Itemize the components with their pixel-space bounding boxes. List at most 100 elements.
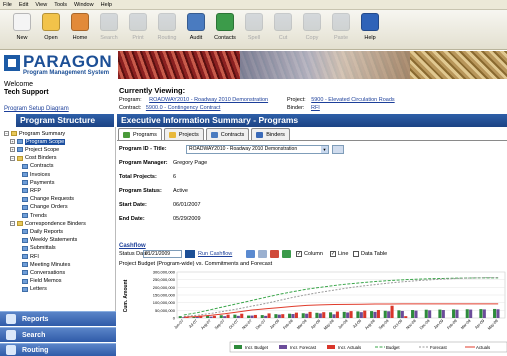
expand-icon[interactable]: + (10, 139, 15, 145)
tree-item-label: Submittals (30, 245, 56, 252)
menu-file[interactable]: File (3, 2, 12, 8)
tree-item-submittals[interactable]: Submittals (22, 245, 56, 252)
run-cashflow-link[interactable]: Run Cashflow (198, 251, 232, 257)
bar-incr-budget (452, 309, 456, 318)
viewing-binder-link[interactable]: RFI (311, 105, 320, 111)
collapse-icon[interactable]: − (10, 155, 15, 161)
status-date-input[interactable]: 01/21/2009 (143, 250, 182, 258)
tree-item-conversations[interactable]: Conversations (22, 269, 65, 276)
line-checkbox[interactable]: ✓ (330, 251, 336, 257)
nav-search-button[interactable]: Search (0, 327, 116, 342)
tree-item-program-summary[interactable]: − Program Summary (4, 130, 65, 137)
nav-reports-button[interactable]: Reports (0, 311, 116, 326)
data-table-checkbox[interactable] (353, 251, 359, 257)
toolbar-open-button[interactable]: Open (37, 13, 65, 41)
bar-incr-budget (411, 310, 415, 318)
tree-item-rfp[interactable]: RFP (22, 187, 41, 194)
program-setup-diagram-link[interactable]: Program Setup Diagram (4, 106, 69, 112)
bar-incr-budget (315, 312, 319, 318)
toolbar-cut-button[interactable]: Cut (269, 13, 297, 41)
column-checkbox[interactable]: ✓ (296, 251, 302, 257)
tree-item-meeting-minutes[interactable]: Meeting Minutes (22, 261, 70, 268)
logo-mark-icon (4, 55, 20, 71)
toolbar-routing-button[interactable]: Routing (153, 13, 181, 41)
tree-item-payments[interactable]: Payments (22, 179, 54, 186)
collapse-icon[interactable]: − (10, 221, 15, 227)
toolbar-copy-button[interactable]: Copy (298, 13, 326, 41)
viewing-project-link[interactable]: 5900 - Elevated Circulation Roads (311, 97, 394, 103)
expand-icon[interactable]: + (10, 147, 15, 153)
pdf-icon[interactable] (270, 250, 279, 258)
tree-item-daily-reports[interactable]: Daily Reports (22, 228, 63, 235)
folder-icon (17, 155, 23, 161)
tree-item-cost-binders[interactable]: − Cost Binders (10, 155, 57, 162)
routing-icon (158, 13, 176, 31)
y-tick-label: 0 (173, 316, 176, 321)
programs-icon (123, 131, 130, 138)
tab-binders[interactable]: Binders (251, 128, 290, 140)
toolbar-audit-button[interactable]: Audit (182, 13, 210, 41)
tab-label: Projects (178, 131, 199, 138)
tree-item-change-requests[interactable]: Change Requests (22, 196, 74, 203)
binder-icon (22, 163, 28, 169)
tree-item-label: Program Scope (25, 138, 66, 145)
calendar-icon[interactable] (185, 250, 195, 258)
toolbar-paste-button[interactable]: Paste (327, 13, 355, 41)
viewing-program-row: Program: ROADWAY2010 - Roadway 2010 Demo… (119, 97, 268, 103)
tree-item-field-memos[interactable]: Field Memos (22, 278, 61, 285)
menu-tools[interactable]: Tools (54, 2, 67, 8)
tree-item-invoices[interactable]: Invoices (22, 171, 50, 178)
bar-incr-actuals (349, 311, 353, 318)
toolbar-label: Help (364, 35, 376, 41)
toolbar-contacts-button[interactable]: Contacts (211, 13, 239, 41)
binders-icon (256, 131, 264, 138)
collapse-icon[interactable]: − (4, 131, 9, 136)
tree-item-project-scope[interactable]: + Project Scope (10, 146, 59, 153)
bar-incr-forecast (264, 315, 268, 318)
toolbar-new-button[interactable]: New (8, 13, 36, 41)
tree-item-change-orders[interactable]: Change Orders (22, 204, 68, 211)
toolbar-label: Paste (333, 35, 349, 41)
toolbar-spell-button[interactable]: Spell (240, 13, 268, 41)
field-label: Program Status: (119, 188, 162, 194)
tree-item-contracts[interactable]: Contracts (22, 163, 54, 170)
tab-programs[interactable]: Programs (118, 128, 162, 140)
tree-item-correspondence-binders[interactable]: − Correspondence Binders (10, 220, 86, 227)
print-icon[interactable] (258, 250, 267, 258)
x-tick-label: Nov-08 (405, 319, 416, 330)
bar-incr-forecast (387, 311, 391, 318)
menu-window[interactable]: Window (74, 2, 94, 8)
legend-label: Budget (386, 345, 400, 350)
bar-incr-budget (438, 309, 442, 318)
contracts-icon (210, 131, 218, 138)
menu-help[interactable]: Help (101, 2, 112, 8)
tab-projects[interactable]: Projects (163, 128, 204, 140)
program-lookup-button[interactable] (332, 145, 344, 154)
toolbar-label: New (16, 35, 28, 41)
tree-item-label: Conversations (30, 269, 66, 276)
viewing-contract-link[interactable]: 5900.0 - Contingency Contract (146, 105, 221, 111)
tree-item-program-scope[interactable]: + Program Scope (10, 138, 66, 145)
program-id-label: Program ID - Title: (119, 146, 167, 152)
tree-item-letters[interactable]: Letters (22, 286, 47, 293)
menu-edit[interactable]: Edit (19, 2, 28, 8)
refresh-icon[interactable] (246, 250, 255, 258)
excel-icon[interactable] (282, 250, 291, 258)
toolbar-home-button[interactable]: Home (66, 13, 94, 41)
viewing-program-link[interactable]: ROADWAY2010 - Roadway 2010 Demonstration (149, 97, 268, 103)
bar-incr-budget (288, 313, 292, 318)
toolbar-search-button[interactable]: Search (95, 13, 123, 41)
program-id-select[interactable]: ROADWAY2010 - Roadway 2010 Demonstration… (186, 145, 329, 154)
menu-view[interactable]: View (35, 2, 47, 8)
tree-item-trends[interactable]: Trends (22, 212, 47, 219)
toolbar-print-button[interactable]: Print (124, 13, 152, 41)
tree-item-weekly-statements[interactable]: Weekly Statements (22, 237, 77, 244)
nav-routing-button[interactable]: Routing (0, 343, 116, 356)
routing-icon (6, 345, 16, 355)
bar-incr-forecast (414, 310, 418, 318)
copy-icon (303, 13, 321, 31)
toolbar-help-button[interactable]: Help (356, 13, 384, 41)
tab-contracts[interactable]: Contracts (205, 128, 250, 140)
binder-icon (22, 237, 28, 243)
tree-item-rfi[interactable]: RFI (22, 253, 39, 260)
